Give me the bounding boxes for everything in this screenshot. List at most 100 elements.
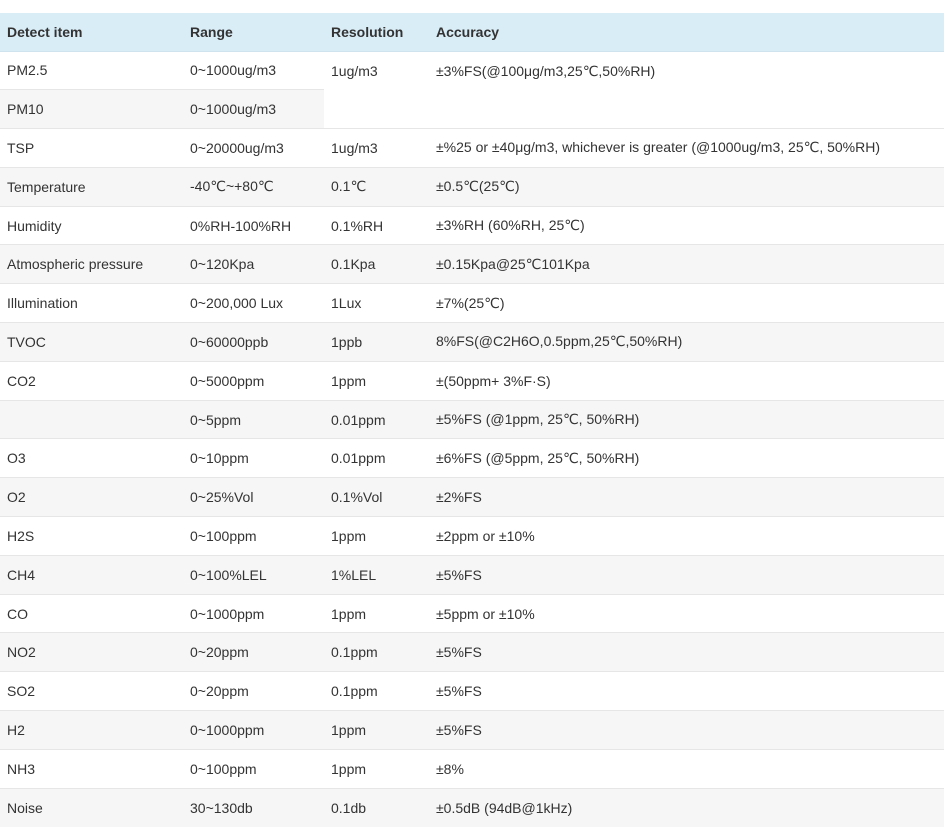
cell-resolution: 1ppm — [324, 516, 429, 556]
cell-resolution: 0.1db — [324, 787, 429, 827]
cell-item: NO2 — [0, 632, 183, 672]
cell-item: Illumination — [0, 283, 183, 323]
cell-range: 30~130db — [183, 787, 324, 827]
cell-accuracy: ±5ppm or ±10% — [429, 593, 944, 633]
cell-range: 0~60000ppb — [183, 322, 324, 362]
table-row: O3 0~10ppm 0.01ppm ±6%FS (@5ppm, 25℃, 50… — [0, 438, 944, 478]
header-detect-item: Detect item — [0, 13, 183, 52]
cell-item: TSP — [0, 128, 183, 168]
cell-item: Atmospheric pressure — [0, 244, 183, 284]
cell-accuracy: ±5%FS (@1ppm, 25℃, 50%RH) — [429, 399, 944, 439]
cell-range: 0~120Kpa — [183, 244, 324, 284]
cell-item: PM2.5 — [0, 50, 183, 90]
table-row: Illumination 0~200,000 Lux 1Lux ±7%(25℃) — [0, 283, 944, 323]
cell-range: 0~25%Vol — [183, 477, 324, 517]
cell-resolution: 1ug/m3 — [324, 128, 429, 168]
table-row: O2 0~25%Vol 0.1%Vol ±2%FS — [0, 477, 944, 517]
table-header: Detect item Range Resolution Accuracy — [0, 13, 944, 52]
cell-item: SO2 — [0, 671, 183, 711]
cell-item: O3 — [0, 438, 183, 478]
cell-resolution: 1ug/m3 — [324, 50, 429, 129]
cell-accuracy: ±5%FS — [429, 710, 944, 750]
table-row: NH3 0~100ppm 1ppm ±8% — [0, 748, 944, 789]
cell-accuracy: ±2%FS — [429, 477, 944, 517]
cell-item: Humidity — [0, 205, 183, 245]
cell-range: -40℃~+80℃ — [183, 166, 324, 207]
cell-range: 0~100%LEL — [183, 554, 324, 595]
cell-range: 0~1000ug/m3 — [183, 50, 324, 90]
cell-accuracy: ±3%FS(@100μg/m3,25℃,50%RH) — [429, 50, 944, 129]
cell-resolution: 0.01ppm — [324, 399, 429, 439]
cell-item: CH4 — [0, 554, 183, 595]
cell-resolution: 1ppm — [324, 710, 429, 750]
cell-accuracy: ±(50ppm+ 3%F·S) — [429, 360, 944, 401]
cell-accuracy: ±0.5℃(25℃) — [429, 166, 944, 207]
table-row: SO2 0~20ppm 0.1ppm ±5%FS — [0, 671, 944, 711]
table-row: PM2.5 0~1000ug/m3 1ug/m3 ±3%FS(@100μg/m3… — [0, 50, 944, 129]
table-row: NO2 0~20ppm 0.1ppm ±5%FS — [0, 632, 944, 672]
cell-resolution: 1ppb — [324, 322, 429, 362]
cell-range: 0~1000ppm — [183, 593, 324, 633]
cell-item: Noise — [0, 787, 183, 827]
cell-resolution: 0.01ppm — [324, 438, 429, 478]
cell-range: 0~5000ppm — [183, 360, 324, 401]
cell-item: Temperature — [0, 166, 183, 207]
cell-resolution: 1ppm — [324, 360, 429, 401]
cell-accuracy: ±5%FS — [429, 554, 944, 595]
header-accuracy: Accuracy — [429, 13, 944, 52]
cell-resolution: 0.1Kpa — [324, 244, 429, 284]
cell-item: CO2 — [0, 360, 183, 401]
cell-accuracy: ±6%FS (@5ppm, 25℃, 50%RH) — [429, 438, 944, 478]
cell-item: H2S — [0, 516, 183, 556]
cell-accuracy: 8%FS(@C2H6O,0.5ppm,25℃,50%RH) — [429, 322, 944, 362]
table-row: CO2 0~5000ppm 1ppm ±(50ppm+ 3%F·S) — [0, 360, 944, 401]
header-range: Range — [183, 13, 324, 52]
cell-resolution: 1Lux — [324, 283, 429, 323]
table-row: CH4 0~100%LEL 1%LEL ±5%FS — [0, 554, 944, 595]
table-row: CO 0~1000ppm 1ppm ±5ppm or ±10% — [0, 593, 944, 633]
cell-range: 0~20ppm — [183, 671, 324, 711]
cell-item — [0, 399, 183, 439]
cell-range: 0~1000ug/m3 — [183, 89, 324, 129]
table-row: 0~5ppm 0.01ppm ±5%FS (@1ppm, 25℃, 50%RH) — [0, 399, 944, 439]
table-row: TSP 0~20000ug/m3 1ug/m3 ±%25 or ±40μg/m3… — [0, 128, 944, 168]
cell-range: 0~200,000 Lux — [183, 283, 324, 323]
cell-accuracy: ±2ppm or ±10% — [429, 516, 944, 556]
cell-range: 0~5ppm — [183, 399, 324, 439]
cell-resolution: 1ppm — [324, 748, 429, 789]
cell-accuracy: ±0.15Kpa@25℃101Kpa — [429, 244, 944, 284]
cell-item: PM10 — [0, 89, 183, 129]
table-body: PM2.5 0~1000ug/m3 1ug/m3 ±3%FS(@100μg/m3… — [0, 50, 944, 827]
sensor-spec-table: Detect item Range Resolution Accuracy PM… — [0, 13, 944, 827]
cell-accuracy: ±%25 or ±40μg/m3, whichever is greater (… — [429, 128, 944, 168]
cell-accuracy: ±7%(25℃) — [429, 283, 944, 323]
cell-item: CO — [0, 593, 183, 633]
cell-accuracy: ±3%RH (60%RH, 25℃) — [429, 205, 944, 245]
cell-range: 0~100ppm — [183, 516, 324, 556]
cell-resolution: 0.1ppm — [324, 632, 429, 672]
table-row: Atmospheric pressure 0~120Kpa 0.1Kpa ±0.… — [0, 244, 944, 284]
cell-item: NH3 — [0, 748, 183, 789]
cell-range: 0~10ppm — [183, 438, 324, 478]
table-row: TVOC 0~60000ppb 1ppb 8%FS(@C2H6O,0.5ppm,… — [0, 322, 944, 362]
cell-accuracy: ±5%FS — [429, 671, 944, 711]
header-row: Detect item Range Resolution Accuracy — [0, 13, 944, 52]
cell-accuracy: ±5%FS — [429, 632, 944, 672]
cell-resolution: 1ppm — [324, 593, 429, 633]
cell-accuracy: ±8% — [429, 748, 944, 789]
cell-item: O2 — [0, 477, 183, 517]
table-row: H2 0~1000ppm 1ppm ±5%FS — [0, 710, 944, 750]
cell-range: 0~1000ppm — [183, 710, 324, 750]
cell-item: H2 — [0, 710, 183, 750]
cell-range: 0~20ppm — [183, 632, 324, 672]
cell-range: 0%RH-100%RH — [183, 205, 324, 245]
cell-item: TVOC — [0, 322, 183, 362]
cell-accuracy: ±0.5dB (94dB@1kHz) — [429, 787, 944, 827]
cell-resolution: 0.1%RH — [324, 205, 429, 245]
cell-range: 0~20000ug/m3 — [183, 128, 324, 168]
cell-resolution: 0.1ppm — [324, 671, 429, 711]
table-row: Temperature -40℃~+80℃ 0.1℃ ±0.5℃(25℃) — [0, 166, 944, 207]
table-row: Humidity 0%RH-100%RH 0.1%RH ±3%RH (60%RH… — [0, 205, 944, 245]
cell-resolution: 0.1%Vol — [324, 477, 429, 517]
table-row: Noise 30~130db 0.1db ±0.5dB (94dB@1kHz) — [0, 787, 944, 827]
